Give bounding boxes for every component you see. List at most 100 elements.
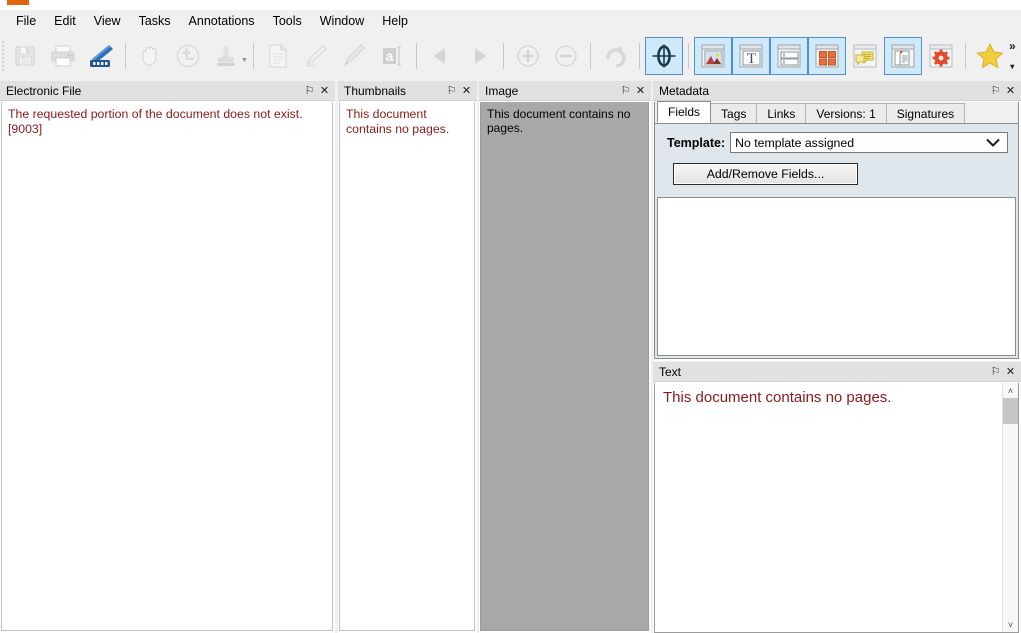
toolbar-separator: [125, 43, 126, 69]
close-icon[interactable]: ✕: [634, 84, 647, 98]
image-panel-header: Image ⚐ ✕: [479, 81, 651, 101]
title-bar: [0, 0, 1021, 10]
metadata-panel-title: Metadata: [659, 84, 987, 98]
zoom-out-icon: [553, 43, 579, 69]
toggle-text-panel-button[interactable]: T: [732, 37, 770, 75]
tab-signatures[interactable]: Signatures: [886, 103, 965, 123]
pin-icon[interactable]: ⚐: [989, 84, 1002, 98]
metadata-actions: Add/Remove Fields...: [655, 159, 1018, 192]
app-logo-accent: [7, 0, 29, 5]
favorites-button[interactable]: [971, 37, 1009, 75]
highlight-tool-button[interactable]: [297, 37, 335, 75]
toolbar-separator: [416, 43, 417, 69]
menu-help[interactable]: Help: [373, 11, 417, 32]
image-panel: Image ⚐ ✕ This document contains no page…: [479, 81, 651, 633]
toggle-thumbnails-panel-button[interactable]: [808, 37, 846, 75]
menu-edit[interactable]: Edit: [45, 11, 85, 32]
toolbar-overflow-dropdown-icon[interactable]: ▾: [1010, 62, 1014, 71]
toggle-notes-panel-button[interactable]: [846, 37, 884, 75]
tab-links[interactable]: Links: [756, 103, 806, 123]
crosshair-icon: [651, 43, 677, 69]
svg-text:a: a: [386, 48, 394, 64]
next-page-button[interactable]: [460, 37, 498, 75]
text-panel-icon: T: [737, 42, 765, 70]
metadata-tabs: Fields Tags Links Versions: 1 Signatures: [655, 102, 1018, 124]
scrollbar-track[interactable]: [1003, 424, 1018, 617]
template-select[interactable]: No template assigned: [730, 132, 1008, 153]
electronic-file-panel-icon: [889, 42, 917, 70]
print-icon: [50, 44, 76, 68]
add-remove-fields-button[interactable]: Add/Remove Fields...: [673, 163, 858, 185]
zoom-in-button[interactable]: [509, 37, 547, 75]
text-panel-scrollbar[interactable]: ˄ ˅: [1002, 383, 1018, 632]
toggle-image-panel-button[interactable]: [694, 37, 732, 75]
zoom-in-icon: [515, 43, 541, 69]
svg-text:T: T: [747, 51, 756, 67]
toolbar-overflow[interactable]: » ▾: [1009, 37, 1021, 75]
pen-tool-button[interactable]: [335, 37, 373, 75]
close-icon[interactable]: ✕: [460, 84, 473, 98]
toolbar-separator: [639, 43, 640, 69]
thumbnails-panel-body: This document contains no pages.: [339, 102, 475, 631]
blank-page-icon: [267, 43, 289, 69]
toolbar-separator: [965, 43, 966, 69]
thumbnails-panel-icon: [813, 42, 841, 70]
toolbar-drag-handle[interactable]: [2, 39, 4, 73]
text-annotation-icon: a: [379, 43, 405, 69]
text-panel-body: This document contains no pages. ˄ ˅: [654, 383, 1019, 633]
zoom-tool-button[interactable]: [169, 37, 207, 75]
save-button[interactable]: [6, 37, 44, 75]
scanner-icon: [87, 43, 115, 69]
toolbar-overflow-icon[interactable]: »: [1009, 39, 1016, 53]
metadata-panel-body: Fields Tags Links Versions: 1 Signatures…: [654, 102, 1019, 359]
menu-window[interactable]: Window: [311, 11, 373, 32]
close-icon[interactable]: ✕: [1004, 365, 1017, 379]
pan-tool-button[interactable]: [131, 37, 169, 75]
image-panel-title: Image: [485, 84, 617, 98]
toggle-settings-panel-button[interactable]: [922, 37, 960, 75]
highlighter-icon: [303, 43, 329, 69]
save-icon: [13, 44, 37, 68]
pin-icon[interactable]: ⚐: [989, 365, 1002, 379]
toggle-fields-panel-button[interactable]: [770, 37, 808, 75]
pin-icon[interactable]: ⚐: [445, 84, 458, 98]
tab-fields[interactable]: Fields: [657, 101, 711, 123]
pin-icon[interactable]: ⚐: [619, 84, 632, 98]
close-icon[interactable]: ✕: [318, 84, 331, 98]
rotate-button[interactable]: [596, 37, 634, 75]
new-page-button[interactable]: [259, 37, 297, 75]
tab-tags[interactable]: Tags: [710, 103, 757, 123]
menu-file[interactable]: File: [7, 11, 45, 32]
notes-panel-icon: [851, 42, 879, 70]
menu-view[interactable]: View: [85, 11, 130, 32]
pin-icon[interactable]: ⚐: [303, 84, 316, 98]
redaction-tool-button[interactable]: [645, 37, 683, 75]
scroll-up-icon[interactable]: ˄: [1003, 383, 1018, 398]
template-label: Template:: [667, 136, 725, 150]
tab-versions[interactable]: Versions: 1: [805, 103, 886, 123]
metadata-field-list[interactable]: [657, 197, 1016, 356]
previous-page-icon: [430, 45, 452, 67]
chevron-down-icon[interactable]: [986, 138, 1003, 147]
menu-tools[interactable]: Tools: [264, 11, 311, 32]
scroll-down-icon[interactable]: ˅: [1003, 617, 1018, 632]
pan-hand-icon: [137, 43, 163, 69]
menu-annotations[interactable]: Annotations: [180, 11, 264, 32]
electronic-file-panel-header: Electronic File ⚐ ✕: [0, 81, 335, 101]
fields-panel-icon: [775, 42, 803, 70]
print-button[interactable]: [44, 37, 82, 75]
main-toolbar: ▼: [0, 33, 1021, 79]
scrollbar-thumb[interactable]: [1003, 398, 1018, 424]
text-annotation-button[interactable]: a: [373, 37, 411, 75]
toggle-electronic-file-panel-button[interactable]: [884, 37, 922, 75]
stamp-tool-button[interactable]: [207, 37, 245, 75]
text-content-area[interactable]: This document contains no pages.: [655, 383, 1001, 632]
thumbnails-panel: Thumbnails ⚐ ✕ This document contains no…: [338, 81, 477, 633]
close-icon[interactable]: ✕: [1004, 84, 1017, 98]
text-panel: Text ⚐ ✕ This document contains no pages…: [653, 362, 1021, 633]
menu-bar: File Edit View Tasks Annotations Tools W…: [0, 10, 1021, 33]
previous-page-button[interactable]: [422, 37, 460, 75]
scan-button[interactable]: [82, 37, 120, 75]
zoom-out-button[interactable]: [547, 37, 585, 75]
menu-tasks[interactable]: Tasks: [130, 11, 180, 32]
